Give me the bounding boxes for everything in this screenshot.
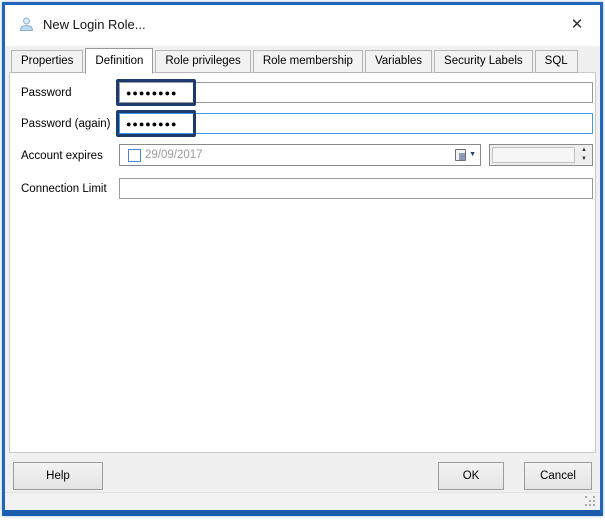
password-again-value: ●●●●●●●● — [120, 119, 178, 129]
user-icon — [18, 16, 35, 33]
dialog-titlebar[interactable]: New Login Role... ✕ — [5, 5, 600, 46]
dialog-title: New Login Role... — [43, 17, 146, 32]
account-expires-checkbox[interactable] — [128, 149, 141, 162]
status-strip — [5, 492, 600, 510]
connection-limit-input[interactable] — [119, 178, 593, 199]
password-label: Password — [21, 87, 72, 99]
password-input[interactable]: ●●●●●●●● — [119, 82, 593, 103]
tab-sql[interactable]: SQL — [535, 50, 578, 73]
tab-role-membership[interactable]: Role membership — [253, 50, 363, 73]
tab-bar: Properties Definition Role privileges Ro… — [11, 47, 580, 73]
calendar-dropdown-button[interactable]: ▼ — [455, 149, 476, 161]
spinner-up-icon[interactable]: ▲ — [576, 146, 592, 155]
connection-limit-label: Connection Limit — [21, 183, 107, 195]
screenshot-canvas: New Login Role... ✕ Properties Definitio… — [0, 0, 605, 520]
tab-variables[interactable]: Variables — [365, 50, 432, 73]
account-expires-field[interactable]: 29/09/2017 ▼ — [119, 144, 481, 166]
expiry-time-spinner: ▲ ▼ — [489, 144, 593, 166]
resize-grip[interactable] — [585, 496, 596, 507]
help-button[interactable]: Help — [13, 462, 103, 490]
spinner-arrows: ▲ ▼ — [576, 145, 592, 165]
spinner-down-icon[interactable]: ▼ — [576, 155, 592, 164]
new-login-role-dialog: New Login Role... ✕ Properties Definitio… — [2, 2, 603, 516]
calendar-icon — [455, 149, 466, 161]
close-icon[interactable]: ✕ — [566, 14, 588, 36]
account-expires-label: Account expires — [21, 150, 103, 162]
password-again-label: Password (again) — [21, 118, 110, 130]
ok-button[interactable]: OK — [438, 462, 504, 490]
password-again-input[interactable]: ●●●●●●●● — [119, 113, 593, 134]
spinner-value-field[interactable] — [492, 147, 575, 163]
account-expires-date: 29/09/2017 — [145, 149, 455, 161]
password-value: ●●●●●●●● — [120, 88, 178, 98]
tab-properties[interactable]: Properties — [11, 50, 83, 73]
cancel-button[interactable]: Cancel — [524, 462, 592, 490]
tab-role-privileges[interactable]: Role privileges — [155, 50, 250, 73]
chevron-down-icon: ▼ — [469, 150, 476, 160]
tab-definition[interactable]: Definition — [85, 48, 153, 74]
tab-security-labels[interactable]: Security Labels — [434, 50, 533, 73]
